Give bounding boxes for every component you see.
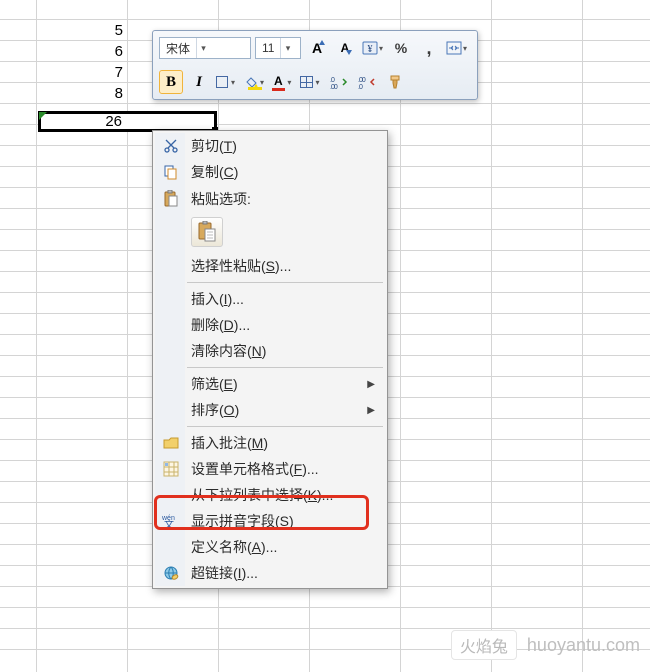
menu-label: 超链接(I)... — [191, 563, 258, 583]
menu-delete[interactable]: 删除(D)... — [155, 312, 385, 338]
increase-decimal-button[interactable]: .0.00 — [327, 70, 351, 94]
bold-button[interactable]: B — [159, 70, 183, 94]
border-button[interactable]: ▾ — [215, 70, 239, 94]
font-size-value: 11 — [256, 41, 280, 55]
menu-separator — [187, 426, 383, 427]
menu-label: 清除内容(N) — [191, 341, 266, 361]
watermark-url: huoyantu.com — [527, 635, 640, 656]
menu-cut[interactable]: 剪切(T) — [155, 133, 385, 159]
menu-show-phonetic[interactable]: wén文 显示拼音字段(S) — [155, 508, 385, 534]
shrink-font-button[interactable]: A — [333, 36, 357, 60]
chevron-down-icon: ▾ — [280, 38, 294, 58]
font-name-value: 宋体 — [160, 40, 196, 57]
cell-value[interactable]: 6 — [36, 43, 127, 60]
paste-options-row — [155, 213, 385, 253]
paste-default-button[interactable] — [191, 217, 223, 247]
menu-label: 筛选(E) — [191, 374, 238, 394]
accounting-format-button[interactable]: ¥ ▾ — [361, 36, 385, 60]
menu-hyperlink[interactable]: 超链接(I)... — [155, 560, 385, 586]
selected-cell-value: 26 — [45, 113, 122, 130]
merge-icon — [446, 41, 462, 55]
fill-color-button[interactable]: ▾ — [243, 70, 267, 94]
svg-text:文: 文 — [164, 518, 174, 529]
menu-label: 从下拉列表中选择(K)... — [191, 485, 333, 505]
percent-icon: % — [395, 40, 407, 56]
svg-text:.00: .00 — [358, 77, 366, 84]
cell-value[interactable]: 5 — [36, 22, 127, 39]
italic-icon: I — [196, 74, 202, 91]
shrink-font-icon: A — [341, 41, 350, 55]
svg-text:.0: .0 — [358, 84, 363, 89]
menu-label: 选择性粘贴(S)... — [191, 256, 291, 276]
clipboard-icon — [161, 189, 181, 209]
menu-paste-options-header: 粘贴选项: — [155, 185, 385, 213]
submenu-arrow-icon: ▶ — [367, 405, 375, 416]
mini-toolbar: 宋体 ▾ 11 ▾ A A ¥ ▾ % , ▾ B I ▾ — [152, 30, 478, 100]
menu-separator — [187, 367, 383, 368]
grow-font-button[interactable]: A — [305, 36, 329, 60]
context-menu: 剪切(T) 复制(C) 粘贴选项: 选择性粘贴(S)... 插入(I)... 删… — [152, 130, 388, 589]
decrease-decimal-button[interactable]: .00.0 — [355, 70, 379, 94]
copy-icon — [161, 162, 181, 182]
borders-all-button[interactable]: ▾ — [299, 70, 323, 94]
menu-copy[interactable]: 复制(C) — [155, 159, 385, 185]
menu-label: 复制(C) — [191, 162, 238, 182]
decrease-decimal-icon: .00.0 — [358, 75, 376, 89]
cell-value[interactable]: 8 — [36, 85, 127, 102]
comma-icon: , — [426, 43, 431, 53]
grid-icon — [300, 76, 313, 88]
menu-label: 排序(O) — [191, 400, 239, 420]
grow-font-icon: A — [312, 40, 322, 56]
phonetic-icon: wén文 — [161, 511, 181, 531]
font-color-button[interactable]: A▾ — [271, 70, 295, 94]
chevron-down-icon: ▾ — [196, 38, 210, 58]
clipboard-paste-icon — [197, 221, 217, 243]
font-color-icon: A — [272, 74, 285, 91]
brush-icon — [387, 74, 403, 90]
italic-button[interactable]: I — [187, 70, 211, 94]
menu-label: 粘贴选项: — [191, 189, 251, 209]
menu-insert[interactable]: 插入(I)... — [155, 286, 385, 312]
menu-format-cells[interactable]: 设置单元格格式(F)... — [155, 456, 385, 482]
font-name-combo[interactable]: 宋体 ▾ — [159, 37, 251, 59]
cell-value[interactable]: 7 — [36, 64, 127, 81]
menu-label: 显示拼音字段(S) — [191, 511, 294, 531]
watermark: 火焰兔 huoyantu.com — [451, 630, 640, 660]
menu-label: 插入批注(M) — [191, 433, 268, 453]
folder-comment-icon — [161, 433, 181, 453]
menu-clear-contents[interactable]: 清除内容(N) — [155, 338, 385, 364]
bold-icon: B — [166, 74, 176, 91]
format-cells-icon — [161, 459, 181, 479]
increase-decimal-icon: .0.00 — [330, 75, 348, 89]
border-icon — [216, 76, 228, 88]
submenu-arrow-icon: ▶ — [367, 379, 375, 390]
selected-cell[interactable]: 26 — [38, 111, 217, 132]
menu-define-name[interactable]: 定义名称(A)... — [155, 534, 385, 560]
comma-style-button[interactable]: , — [417, 36, 441, 60]
menu-label: 定义名称(A)... — [191, 537, 277, 557]
currency-icon: ¥ — [362, 40, 378, 56]
menu-filter[interactable]: 筛选(E) ▶ — [155, 371, 385, 397]
menu-label: 剪切(T) — [191, 136, 237, 156]
menu-paste-special[interactable]: 选择性粘贴(S)... — [155, 253, 385, 279]
scissors-icon — [161, 136, 181, 156]
menu-label: 删除(D)... — [191, 315, 250, 335]
svg-text:.00: .00 — [330, 84, 338, 89]
hyperlink-icon — [161, 563, 181, 583]
watermark-cn: 火焰兔 — [451, 630, 517, 660]
menu-sort[interactable]: 排序(O) ▶ — [155, 397, 385, 423]
menu-label: 设置单元格格式(F)... — [191, 459, 319, 479]
format-painter-button[interactable] — [383, 70, 407, 94]
percent-button[interactable]: % — [389, 36, 413, 60]
menu-label: 插入(I)... — [191, 289, 244, 309]
svg-text:.0: .0 — [330, 77, 335, 84]
merge-center-button[interactable]: ▾ — [445, 36, 469, 60]
menu-pick-from-list[interactable]: 从下拉列表中选择(K)... — [155, 482, 385, 508]
font-size-combo[interactable]: 11 ▾ — [255, 37, 301, 59]
menu-separator — [187, 282, 383, 283]
svg-text:¥: ¥ — [368, 44, 373, 55]
menu-insert-comment[interactable]: 插入批注(M) — [155, 430, 385, 456]
